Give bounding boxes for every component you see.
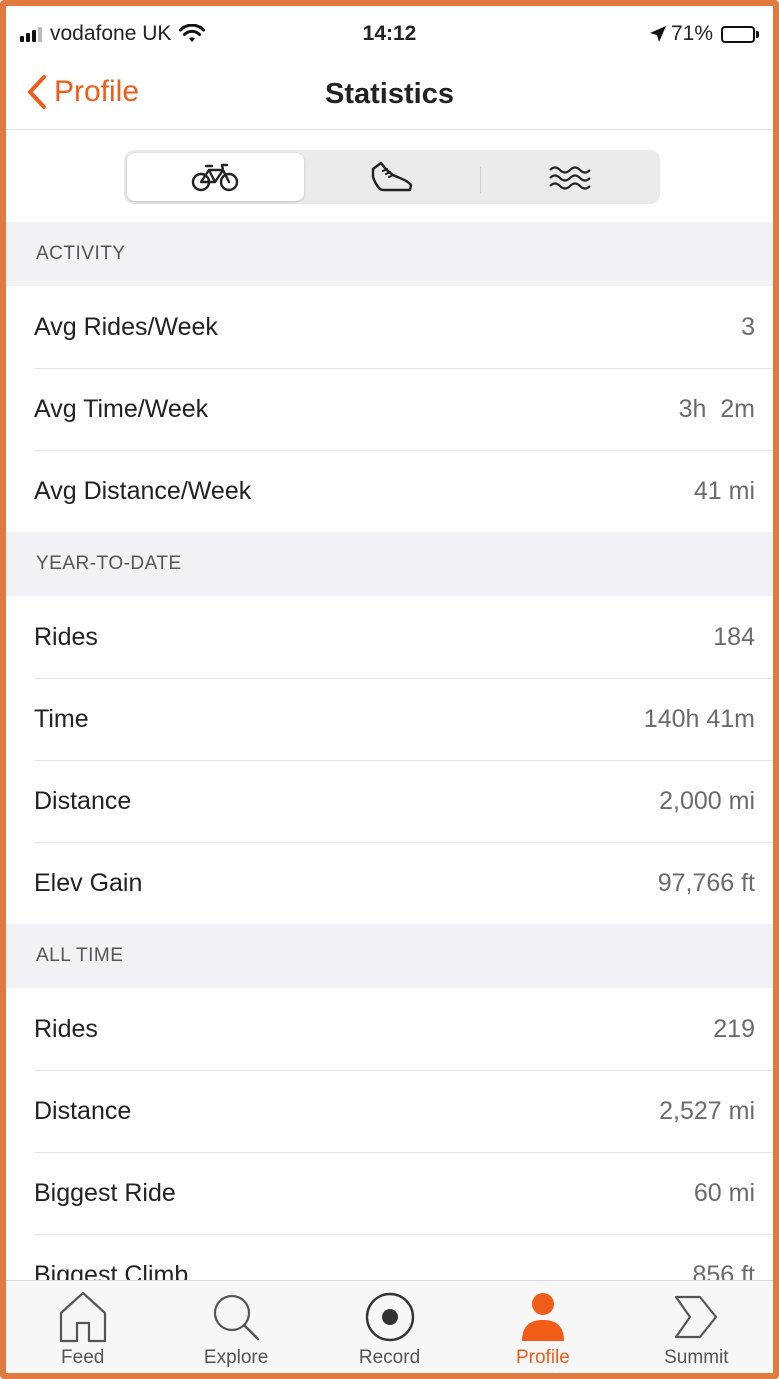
stat-label: Rides [34, 1014, 98, 1043]
tab-profile[interactable]: Profile [466, 1281, 619, 1373]
stat-value: 184 [713, 622, 755, 651]
stat-value: 97,766 ft [657, 868, 755, 897]
tab-label: Profile [515, 1347, 570, 1368]
sport-segmented-control [124, 150, 660, 204]
stat-label: Biggest Ride [34, 1178, 176, 1207]
battery-percent: 71% [670, 22, 713, 45]
shoe-icon [371, 161, 413, 192]
section-header-year-to-date: YEAR-TO-DATE [6, 532, 773, 596]
page-title: Statistics [325, 78, 454, 110]
stat-label: Avg Time/Week [34, 394, 209, 423]
stat-row: Elev Gain 97,766 ft [6, 842, 773, 924]
status-right: 71% [649, 22, 759, 46]
statistics-list[interactable]: ACTIVITY Avg Rides/Week 3 Avg Time/Week … [6, 222, 773, 1316]
tab-record[interactable]: Record [313, 1281, 466, 1373]
status-bar: vodafone UK 14:12 71% [6, 6, 773, 64]
stat-row: Avg Rides/Week 3 [6, 286, 773, 368]
stat-row: Biggest Ride 60 mi [6, 1152, 773, 1234]
person-icon [521, 1293, 564, 1341]
stat-label: Rides [34, 622, 98, 651]
stat-row: Rides 184 [6, 596, 773, 678]
stat-label: Distance [34, 1096, 132, 1125]
record-icon [365, 1292, 414, 1342]
tab-bar: Feed Explore Record Profile Summit [6, 1280, 773, 1373]
segment-run[interactable] [304, 153, 481, 201]
waves-icon [548, 166, 591, 190]
navigation-bar: Profile Statistics [6, 64, 773, 130]
stat-label: Distance [34, 786, 132, 815]
tab-label: Explore [203, 1347, 269, 1368]
app-frame: vodafone UK 14:12 71% Profile Statistics… [0, 0, 779, 1379]
stat-value: 2,527 mi [659, 1096, 755, 1125]
section-header-all-time: ALL TIME [6, 924, 773, 988]
tab-label: Summit [664, 1347, 729, 1368]
stat-row: Avg Time/Week 3h 2m [6, 368, 773, 450]
stat-label: Time [34, 704, 89, 733]
stat-value: 3h 2m [678, 394, 755, 423]
segment-ride[interactable] [127, 153, 304, 201]
tab-explore[interactable]: Explore [159, 1281, 312, 1373]
sport-selector-area [6, 130, 773, 222]
stat-value: 60 mi [693, 1178, 755, 1207]
stat-row: Distance 2,000 mi [6, 760, 773, 842]
tab-label: Record [358, 1347, 421, 1368]
stat-row: Avg Distance/Week 41 mi [6, 450, 773, 532]
summit-icon [675, 1295, 718, 1339]
section-header-activity: ACTIVITY [6, 222, 773, 286]
magnifier-icon [214, 1294, 260, 1341]
battery-icon [721, 25, 759, 43]
tab-label: Feed [61, 1347, 105, 1368]
stat-value: 41 mi [693, 476, 755, 505]
stat-label: Elev Gain [34, 868, 143, 897]
stat-row: Distance 2,527 mi [6, 1070, 773, 1152]
location-arrow-icon [649, 26, 666, 42]
stat-value: 2,000 mi [659, 786, 755, 815]
stat-value: 219 [713, 1014, 755, 1043]
stat-label: Avg Rides/Week [34, 312, 218, 341]
stat-value: 3 [741, 312, 755, 341]
bike-icon [192, 163, 239, 192]
tab-feed[interactable]: Feed [6, 1281, 159, 1373]
segment-swim[interactable] [480, 153, 657, 201]
stat-label: Avg Distance/Week [34, 476, 252, 505]
house-icon [59, 1291, 106, 1343]
stat-row: Time 140h 41m [6, 678, 773, 760]
stat-value: 140h 41m [643, 704, 755, 733]
stat-row: Rides 219 [6, 988, 773, 1070]
tab-summit[interactable]: Summit [620, 1281, 773, 1373]
